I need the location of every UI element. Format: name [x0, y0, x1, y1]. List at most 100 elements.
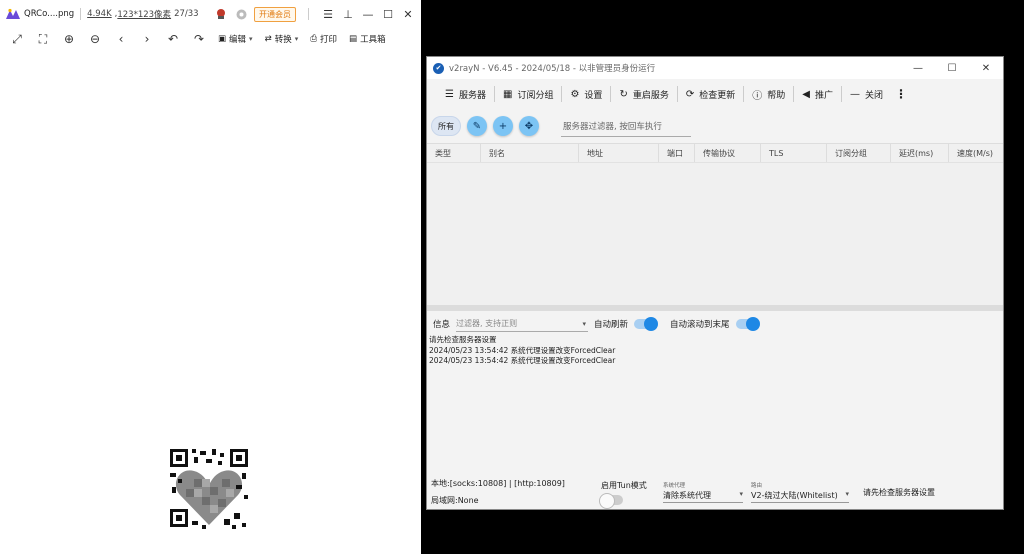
chevron-down-icon: ▾: [249, 35, 253, 43]
menu-help[interactable]: ⓘ 帮助: [744, 84, 793, 104]
more-options-icon[interactable]: ⋮: [895, 87, 907, 101]
column-type[interactable]: 类型: [427, 144, 481, 162]
vip-button[interactable]: 开通会员: [254, 6, 296, 22]
v2rayn-logo-icon: ✔: [433, 62, 444, 74]
close-icon[interactable]: ✕: [969, 57, 1003, 79]
rotate-right-icon[interactable]: ↷: [192, 32, 206, 46]
fit-window-icon[interactable]: ⛶: [36, 32, 50, 46]
auto-refresh-label: 自动刷新: [594, 320, 629, 330]
zoom-out-icon[interactable]: ⊖: [88, 32, 102, 46]
image-viewer-window: QRCo....png 4.94K , 123*123像素 27/33 开通会员…: [0, 0, 421, 554]
menu-subscriptions-label: 订阅分组: [517, 90, 554, 101]
column-subscription[interactable]: 订阅分组: [827, 144, 891, 162]
close-icon[interactable]: ✕: [401, 7, 415, 21]
column-speed[interactable]: 速度(M/s): [949, 144, 1003, 162]
edit-label: 编辑: [229, 35, 247, 45]
server-list-icon: ☰: [445, 88, 454, 100]
menu-icon[interactable]: ☰: [321, 7, 335, 21]
routing-label: 路由: [751, 483, 763, 489]
system-proxy-label: 系统代理: [663, 483, 686, 489]
column-transport[interactable]: 传输协议: [695, 144, 761, 162]
print-label: 打印: [320, 35, 338, 45]
routing-select[interactable]: 路由 V2-绕过大陆(Whitelist) ▾: [751, 481, 849, 503]
toolbox-label: 工具箱: [360, 35, 386, 45]
status-message: 请先检查服务器设置: [863, 487, 935, 497]
menu-close[interactable]: — 关闭: [842, 84, 891, 104]
menu-subscriptions[interactable]: ▦ 订阅分组: [495, 84, 561, 104]
column-address[interactable]: 地址: [579, 144, 659, 162]
chevron-down-icon: ▾: [739, 490, 743, 498]
menu-help-label: 帮助: [767, 90, 786, 101]
help-icon: ⓘ: [752, 90, 763, 102]
image-icon: ▣: [218, 34, 227, 44]
edit-pencil-icon[interactable]: ✎: [467, 116, 487, 136]
v2rayn-window: ✔ v2rayN - V6.45 - 2024/05/18 - 以非管理员身份运…: [426, 56, 1004, 510]
gear-icon: ⚙: [570, 88, 580, 100]
maximize-icon[interactable]: ☐: [381, 7, 395, 21]
menu-settings[interactable]: ⚙ 设置: [562, 84, 610, 104]
server-table: 类型 别名 地址 端口 传输协议 TLS 订阅分组 延迟(ms) 速度(M/s): [427, 143, 1003, 305]
filter-all-chip[interactable]: 所有: [431, 116, 461, 136]
convert-icon: ⇄: [264, 34, 272, 44]
column-tls[interactable]: TLS: [761, 144, 827, 162]
main-menu: ☰ 服务器 ▦ 订阅分组 ⚙ 设置 ↻ 重启服务 ⟳ 检查更新 ⓘ 帮助 ◀ 推…: [427, 79, 1003, 109]
column-port[interactable]: 端口: [659, 144, 695, 162]
image-position: 27/33: [174, 9, 199, 19]
edit-button[interactable]: ▣ 编辑 ▾: [218, 33, 253, 45]
panel-splitter[interactable]: [427, 305, 1003, 311]
convert-label: 转换: [274, 35, 292, 45]
menu-restart-service[interactable]: ↻ 重启服务: [611, 84, 676, 104]
tun-mode-label: 启用Tun模式: [601, 480, 647, 490]
toolbox-button[interactable]: ▤ 工具箱: [349, 33, 386, 45]
routing-value: V2-绕过大陆(Whitelist): [751, 491, 838, 500]
system-proxy-select[interactable]: 系统代理 清除系统代理 ▾: [663, 481, 743, 503]
log-label: 信息: [433, 320, 451, 330]
image-dimensions-value[interactable]: 123*123像素: [117, 8, 171, 20]
avatar-icon[interactable]: [214, 7, 228, 21]
menu-promote-label: 推广: [814, 90, 833, 101]
subscription-icon: ▦: [502, 88, 513, 100]
fullscreen-icon[interactable]: ⤢: [10, 32, 24, 46]
v2rayn-titlebar: ✔ v2rayN - V6.45 - 2024/05/18 - 以非管理员身份运…: [427, 57, 1003, 79]
divider: [308, 8, 309, 20]
status-bar: 本地:[socks:10808] | [http:10809] 局域网:None…: [427, 475, 1003, 509]
pin-icon[interactable]: ⊥: [341, 7, 355, 21]
minus-icon: —: [849, 88, 860, 100]
previous-icon[interactable]: ‹: [114, 32, 128, 46]
next-icon[interactable]: ›: [140, 32, 154, 46]
chevron-down-icon: ▾: [294, 35, 299, 43]
auto-refresh-toggle[interactable]: [634, 317, 659, 331]
divider: [80, 8, 82, 20]
log-output[interactable]: 请先检查服务器设置 2024/05/23 13:54:42 系统代理设置改变Fo…: [429, 335, 999, 475]
lan-info: 局域网:None: [431, 496, 479, 505]
system-proxy-value: 清除系统代理: [663, 491, 711, 500]
menu-promote[interactable]: ◀ 推广: [794, 84, 841, 104]
auto-scroll-toggle[interactable]: [735, 317, 760, 331]
file-size[interactable]: 4.94K: [87, 9, 112, 19]
app-logo-icon: [6, 8, 20, 19]
log-toolbar: 信息 过滤器, 支持正则 ▾ 自动刷新 自动滚动到末尾: [427, 313, 1003, 335]
log-line: 2024/05/23 13:54:42 系统代理设置改变ForcedClear: [429, 356, 616, 365]
record-icon[interactable]: [234, 7, 248, 21]
menu-check-update[interactable]: ⟳ 检查更新: [678, 84, 743, 104]
column-alias[interactable]: 别名: [481, 144, 579, 162]
rotate-left-icon[interactable]: ↶: [166, 32, 180, 46]
print-button[interactable]: ⎙ 打印: [310, 33, 337, 45]
server-filter-input[interactable]: 服务器过滤器, 按回车执行: [561, 115, 691, 137]
viewer-titlebar: QRCo....png 4.94K , 123*123像素 27/33 开通会员…: [0, 0, 421, 28]
minimize-icon[interactable]: —: [361, 7, 375, 21]
menu-servers[interactable]: ☰ 服务器: [437, 84, 494, 104]
add-server-icon[interactable]: +: [493, 116, 513, 136]
move-icon[interactable]: ✥: [519, 116, 539, 136]
tun-mode-toggle[interactable]: [599, 492, 623, 509]
zoom-in-icon[interactable]: ⊕: [62, 32, 76, 46]
minimize-icon[interactable]: —: [901, 57, 935, 79]
menu-restart-label: 重启服务: [632, 90, 669, 101]
update-icon: ⟳: [685, 88, 695, 100]
convert-button[interactable]: ⇄ 转换 ▾: [265, 33, 299, 45]
log-filter-input[interactable]: 过滤器, 支持正则 ▾: [456, 316, 589, 332]
maximize-icon[interactable]: ☐: [935, 57, 969, 79]
server-table-header: 类型 别名 地址 端口 传输协议 TLS 订阅分组 延迟(ms) 速度(M/s): [427, 143, 1003, 163]
viewer-toolbar: ⤢ ⛶ ⊕ ⊖ ‹ › ↶ ↷ ▣ 编辑 ▾ ⇄ 转换 ▾ ⎙ 打印 ▤ 工具箱: [0, 28, 421, 50]
column-latency[interactable]: 延迟(ms): [891, 144, 949, 162]
